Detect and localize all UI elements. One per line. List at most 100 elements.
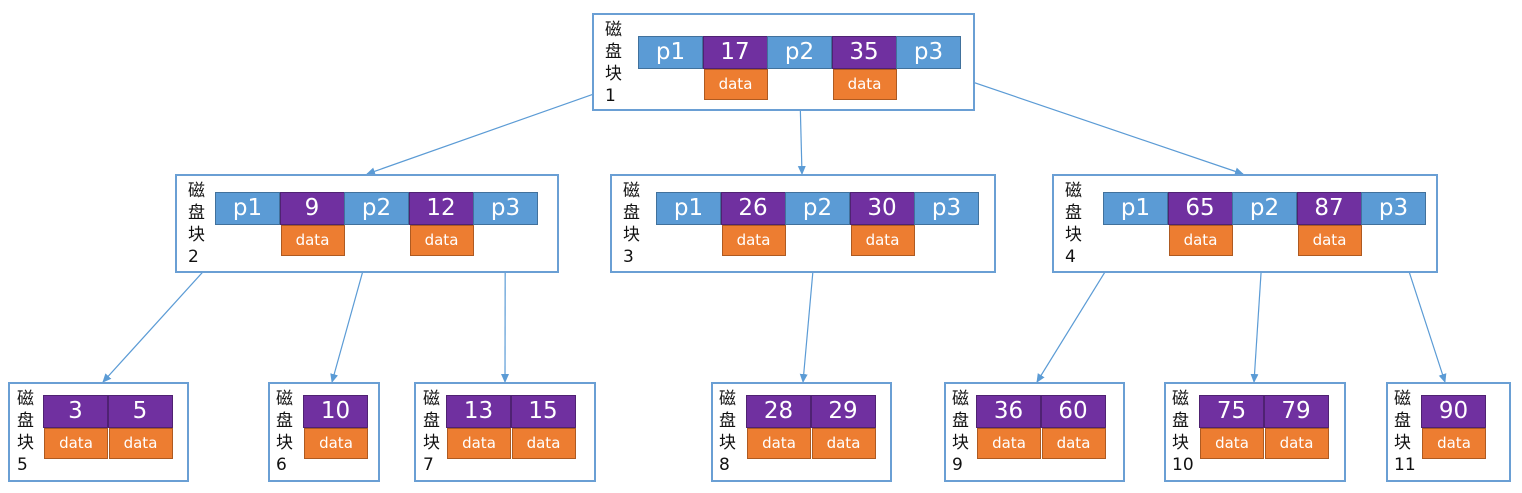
block-label-char: 磁 <box>952 389 969 409</box>
data-cell: data <box>811 428 876 459</box>
data-cell: data <box>1422 428 1486 459</box>
data-cell: data <box>747 428 811 459</box>
block-number: 11 <box>1394 455 1416 475</box>
key-cell: 17 <box>702 36 768 69</box>
pointer-cell: p2 <box>1232 192 1297 225</box>
block-label-char: 块 <box>623 225 640 245</box>
pointer-cell: p3 <box>896 36 961 69</box>
block-label: 磁盘块1 <box>605 19 622 107</box>
data-cell: data <box>1297 225 1362 256</box>
block-label-char: 块 <box>1394 433 1411 453</box>
block-number: 5 <box>17 455 28 475</box>
block-label-char: 块 <box>188 225 205 245</box>
data-cell: data <box>409 225 474 256</box>
block-label-char: 磁 <box>1172 389 1189 409</box>
key-cell: 12 <box>408 192 474 225</box>
key-cell: 5 <box>107 395 173 428</box>
block-label-char: 磁 <box>605 20 622 40</box>
block-label-char: 磁 <box>188 181 205 201</box>
data-cell: data <box>511 428 576 459</box>
data-cell: data <box>850 225 915 256</box>
data-cell: data <box>44 428 108 459</box>
block-label: 磁盘块 10 <box>1172 388 1194 476</box>
key-cell: 35 <box>831 36 897 69</box>
block-label: 磁盘块9 <box>952 388 969 476</box>
key-cell: 13 <box>446 395 511 428</box>
pointer-cell: p1 <box>215 192 280 225</box>
data-cell: data <box>447 428 511 459</box>
key-cell: 3 <box>43 395 108 428</box>
key-cell: 26 <box>720 192 786 225</box>
block-label: 磁盘块2 <box>188 180 205 268</box>
block-label-char: 盘 <box>188 203 205 223</box>
key-cell: 87 <box>1296 192 1362 225</box>
key-cell: 79 <box>1263 395 1329 428</box>
key-cell: 65 <box>1167 192 1233 225</box>
block-label: 磁盘块4 <box>1065 180 1082 268</box>
block-label-char: 磁 <box>1065 181 1082 201</box>
key-cell: 9 <box>279 192 345 225</box>
pointer-cell: p1 <box>638 36 703 69</box>
block-label-char: 磁 <box>17 389 34 409</box>
block-label: 磁盘块 11 <box>1394 388 1416 476</box>
block-number: 2 <box>188 247 199 267</box>
block-label-char: 块 <box>17 433 34 453</box>
data-cell: data <box>1041 428 1106 459</box>
btree-diagram: 磁盘块 1 p1 17 data p2 35 data p3 磁盘块 2 p1 9 data p2 12 dat… <box>0 0 1522 493</box>
block-number: 3 <box>623 247 634 267</box>
block-label-char: 盘 <box>1172 411 1189 431</box>
pointer-cell: p3 <box>473 192 538 225</box>
block-label: 磁盘块5 <box>17 388 34 476</box>
block-label: 磁盘块6 <box>276 388 293 476</box>
key-cell: 29 <box>810 395 876 428</box>
block-label-char: 盘 <box>719 411 736 431</box>
block-label: 磁盘块7 <box>423 388 440 476</box>
block-label-char: 盘 <box>1065 203 1082 223</box>
key-cell: 15 <box>510 395 576 428</box>
block-label-char: 盘 <box>423 411 440 431</box>
data-cell: data <box>721 225 786 256</box>
key-cell: 10 <box>303 395 368 428</box>
data-cell: data <box>832 69 897 100</box>
key-cell: 90 <box>1421 395 1486 428</box>
data-cell: data <box>1168 225 1233 256</box>
edge-1-p3-to-4 <box>928 66 1244 176</box>
block-number: 8 <box>719 455 730 475</box>
block-label-char: 磁 <box>623 181 640 201</box>
pointer-cell: p3 <box>914 192 979 225</box>
key-cell: 30 <box>849 192 915 225</box>
block-number: 1 <box>605 86 616 106</box>
block-label-char: 盘 <box>605 42 622 62</box>
block-label-char: 块 <box>1172 433 1189 453</box>
block-label-char: 块 <box>719 433 736 453</box>
key-cell: 75 <box>1199 395 1264 428</box>
block-label-char: 磁 <box>423 389 440 409</box>
pointer-cell: p2 <box>785 192 850 225</box>
data-cell: data <box>108 428 173 459</box>
block-label-char: 磁 <box>1394 389 1411 409</box>
block-label-char: 块 <box>952 433 969 453</box>
block-label-char: 块 <box>1065 225 1082 245</box>
block-label-char: 盘 <box>276 411 293 431</box>
block-number: 10 <box>1172 455 1194 475</box>
block-label-char: 磁 <box>719 389 736 409</box>
pointer-cell: p2 <box>344 192 409 225</box>
key-cell: 36 <box>976 395 1041 428</box>
block-number: 7 <box>423 455 434 475</box>
block-label-char: 磁 <box>276 389 293 409</box>
block-label-char: 盘 <box>952 411 969 431</box>
data-cell: data <box>977 428 1041 459</box>
block-number: 9 <box>952 455 963 475</box>
pointer-cell: p3 <box>1361 192 1426 225</box>
block-number: 4 <box>1065 247 1076 267</box>
block-label-char: 盘 <box>623 203 640 223</box>
key-cell: 60 <box>1040 395 1106 428</box>
block-label-char: 块 <box>276 433 293 453</box>
block-label-char: 盘 <box>1394 411 1411 431</box>
block-label-char: 块 <box>605 64 622 84</box>
block-label-char: 盘 <box>17 411 34 431</box>
data-cell: data <box>703 69 768 100</box>
data-cell: data <box>1264 428 1329 459</box>
data-cell: data <box>280 225 345 256</box>
block-label: 磁盘块8 <box>719 388 736 476</box>
